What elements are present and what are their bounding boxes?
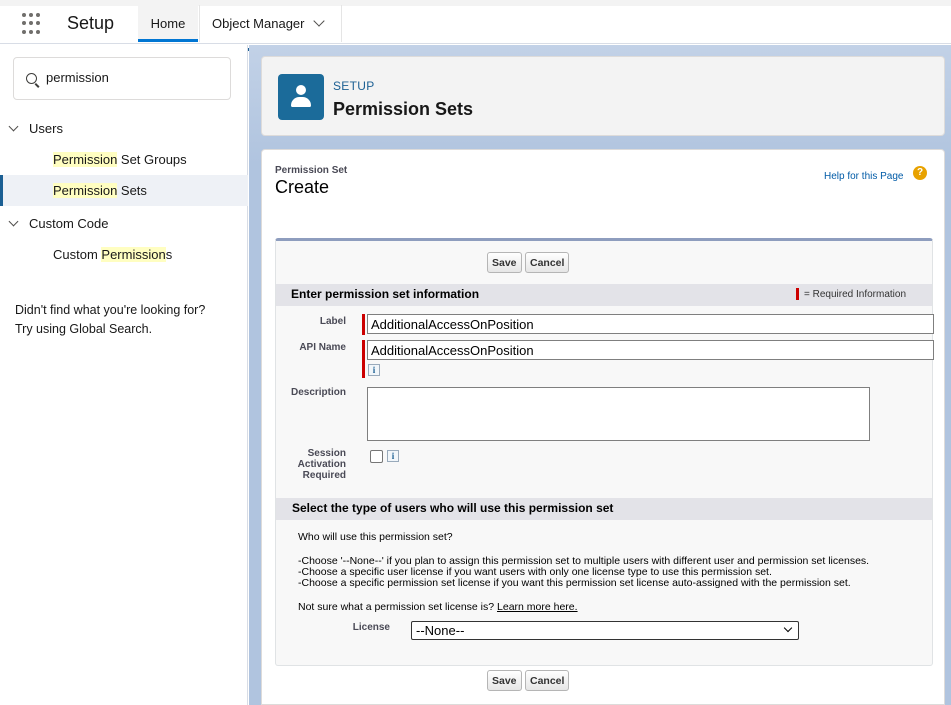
sidebar-item-label: Permission Sets — [53, 175, 147, 206]
help-for-this-page-link[interactable]: Help for this Page — [824, 171, 904, 182]
section-title: Enter permission set information — [291, 287, 480, 301]
license-field-label: License — [352, 622, 390, 633]
save-button-top[interactable]: Save — [487, 252, 522, 273]
sidebar-item-label: Permission Set Groups — [53, 144, 187, 175]
sidebar-item-custom-permissions[interactable]: Custom Permissions — [0, 239, 248, 270]
tree-node-label: Users — [29, 121, 63, 136]
not-sure-label: Not sure what a permission set license i… — [298, 601, 498, 613]
description-textarea[interactable] — [367, 387, 870, 441]
required-marker — [362, 340, 365, 378]
session-label-line: Session — [307, 448, 346, 459]
chevron-down-icon[interactable] — [8, 216, 19, 227]
choose-psl-text: -Choose a specific permission set licens… — [298, 577, 851, 589]
chevron-down-icon[interactable] — [312, 15, 325, 27]
label-rest: Set Groups — [117, 152, 187, 167]
label-rest: Sets — [117, 183, 147, 198]
section-title: Select the type of users who will use th… — [292, 501, 614, 515]
license-selected-value: --None-- — [416, 623, 465, 638]
not-found-message: Didn't find what you're looking for? Try… — [15, 301, 240, 339]
who-will-use-text: Who will use this permission set? — [298, 531, 453, 543]
search-icon — [26, 73, 37, 84]
required-marker — [362, 314, 365, 335]
tab-object-manager-label: Object Manager — [212, 16, 305, 31]
sidebar-item-permission-set-groups[interactable]: Permission Set Groups — [0, 144, 248, 175]
section-header-info: Enter permission set information = Requi… — [276, 284, 932, 306]
session-activation-checkbox[interactable] — [370, 450, 383, 463]
save-button-bottom[interactable]: Save — [487, 670, 522, 691]
setup-sidebar: Users Permission Set Groups Permission S… — [0, 45, 248, 705]
sidebar-item-permission-sets[interactable]: Permission Sets — [0, 175, 248, 206]
tab-object-manager[interactable]: Object Manager — [199, 5, 342, 42]
not-found-line-1: Didn't find what you're looking for? — [15, 303, 206, 317]
page-description: Create — [275, 177, 330, 197]
quick-find-input[interactable] — [46, 70, 226, 85]
required-marker — [796, 288, 799, 300]
tree-node-users[interactable]: Users — [0, 113, 248, 144]
search-highlight: Permission — [53, 152, 118, 167]
label-rest: s — [165, 247, 173, 262]
section-header-license: Select the type of users who will use th… — [276, 498, 932, 520]
edit-form-block: Save Cancel Enter permission set informa… — [275, 238, 934, 691]
page-title: Permission Sets — [333, 99, 474, 119]
page-header: SETUP Permission Sets — [261, 56, 945, 136]
sidebar-item-label: Custom Permissions — [53, 239, 172, 270]
content-card: Permission Set Create Help for this Page… — [261, 149, 945, 705]
label-field-label: Label — [319, 316, 346, 327]
learn-more-link[interactable]: Learn more here. — [497, 601, 578, 613]
cancel-button-bottom[interactable]: Cancel — [525, 670, 570, 691]
info-icon[interactable]: i — [387, 450, 399, 462]
user-icon — [278, 74, 324, 120]
license-select[interactable]: --None-- — [411, 621, 799, 640]
session-label-line: Activation — [297, 459, 346, 470]
api-name-field-label: API Name — [299, 342, 346, 353]
app-launcher-icon[interactable] — [22, 13, 44, 35]
label-pre: Custom — [53, 247, 102, 262]
not-sure-text: Not sure what a permission set license i… — [298, 602, 578, 613]
quick-find-box[interactable] — [13, 57, 231, 100]
label-input[interactable] — [367, 314, 934, 334]
search-highlight: Permission — [53, 183, 118, 198]
app-name: Setup — [67, 13, 115, 33]
global-header: Setup Home Object Manager — [0, 0, 951, 51]
help-icon[interactable]: ? — [913, 166, 927, 180]
info-icon[interactable]: i — [368, 364, 380, 376]
session-activation-label: Session Activation Required — [276, 448, 346, 481]
description-field-label: Description — [290, 387, 346, 398]
breadcrumb: SETUP — [333, 79, 375, 93]
chevron-down-icon — [783, 623, 793, 633]
tab-home[interactable]: Home — [138, 5, 198, 42]
cancel-button-top[interactable]: Cancel — [525, 252, 570, 273]
chevron-down-icon[interactable] — [8, 121, 19, 132]
page-type: Permission Set — [275, 165, 348, 176]
not-found-line-2: Try using Global Search. — [15, 322, 153, 336]
api-name-input[interactable] — [367, 340, 934, 360]
required-info-text: = Required Information — [804, 289, 907, 300]
tree-node-custom-code[interactable]: Custom Code — [0, 208, 248, 239]
session-label-line: Required — [302, 470, 346, 481]
tree-node-label: Custom Code — [29, 216, 109, 231]
tab-home-label: Home — [150, 16, 186, 31]
search-highlight: Permission — [101, 247, 166, 262]
